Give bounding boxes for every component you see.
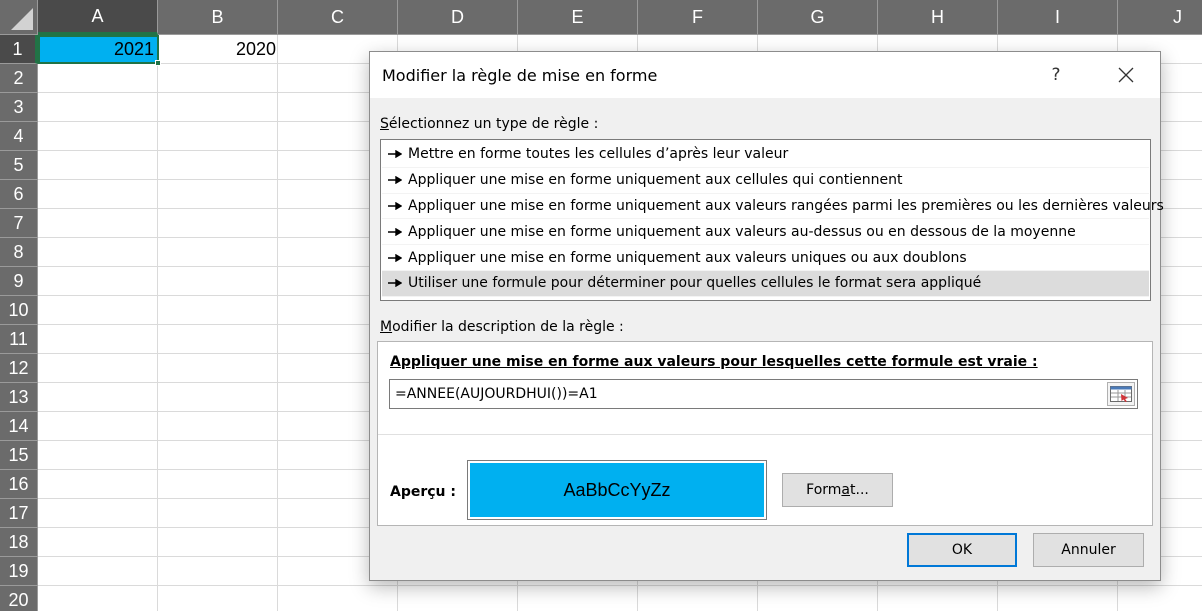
close-button[interactable] — [1108, 60, 1144, 90]
collapse-dialog-button[interactable] — [1107, 382, 1135, 406]
column-header-j[interactable]: J — [1118, 0, 1202, 35]
rule-type-item[interactable]: Appliquer une mise en forme uniquement a… — [382, 219, 1149, 246]
row-header-3[interactable]: 3 — [0, 93, 38, 122]
column-header-d[interactable]: D — [398, 0, 518, 35]
column-header-h[interactable]: H — [878, 0, 998, 35]
row-header-14[interactable]: 14 — [0, 412, 38, 441]
column-header-a[interactable]: A — [38, 0, 158, 35]
formula-input[interactable] — [390, 380, 1106, 408]
column-headers: A B C D E F G H I J — [38, 0, 1202, 35]
row-header-19[interactable]: 19 — [0, 557, 38, 586]
rule-type-item[interactable]: Appliquer une mise en forme uniquement a… — [382, 194, 1164, 220]
rule-type-label: Appliquer une mise en forme uniquement a… — [408, 197, 1164, 214]
select-rule-type-label: Sélectionnez un type de règle : — [380, 116, 598, 132]
preview-sample-text: AaBbCcYyZz — [470, 463, 764, 517]
edit-rule-description-accel: M — [380, 319, 393, 335]
arrow-right-icon — [388, 201, 402, 210]
row-header-15[interactable]: 15 — [0, 441, 38, 470]
rule-type-label: Mettre en forme toutes les cellules d’ap… — [408, 146, 789, 163]
formula-field — [389, 379, 1138, 409]
format-button[interactable]: Form a t... — [782, 473, 893, 507]
arrow-right-icon — [388, 150, 402, 159]
rule-description-panel: Appliquer une mise en forme aux valeurs … — [377, 341, 1153, 526]
rule-type-label: Utiliser une formule pour déterminer pou… — [408, 275, 982, 292]
row-header-8[interactable]: 8 — [0, 238, 38, 267]
dialog-titlebar[interactable]: Modifier la règle de mise en forme ? — [370, 52, 1160, 98]
row-header-2[interactable]: 2 — [0, 64, 38, 93]
dialog-title: Modifier la règle de mise en forme — [382, 66, 658, 85]
formula-heading: Appliquer une mise en forme aux valeurs … — [390, 354, 1038, 370]
range-selector-icon — [1110, 386, 1132, 402]
cancel-button[interactable]: Annuler — [1033, 533, 1144, 567]
row-header-7[interactable]: 7 — [0, 209, 38, 238]
row-headers: 1 2 3 4 5 6 7 8 9 10 11 12 13 14 15 16 1… — [0, 35, 38, 611]
divider — [378, 434, 1152, 435]
ok-button[interactable]: OK — [907, 533, 1017, 567]
select-rule-type-accel: S — [380, 116, 389, 132]
row-header-17[interactable]: 17 — [0, 499, 38, 528]
help-button[interactable]: ? — [1042, 60, 1070, 90]
row-header-16[interactable]: 16 — [0, 470, 38, 499]
row-header-11[interactable]: 11 — [0, 325, 38, 354]
select-all-triangle-icon — [11, 8, 33, 30]
cell-b1[interactable]: 2020 — [159, 35, 279, 64]
row-header-4[interactable]: 4 — [0, 122, 38, 151]
preview-label: Aperçu : — [390, 484, 456, 500]
format-button-accel: a — [841, 482, 851, 498]
edit-formatting-rule-dialog: Modifier la règle de mise en forme ? Sél… — [369, 51, 1164, 581]
row-header-12[interactable]: 12 — [0, 354, 38, 383]
close-icon — [1118, 67, 1134, 83]
arrow-right-icon — [388, 279, 402, 288]
arrow-right-icon — [388, 176, 402, 185]
rule-type-item[interactable]: Appliquer une mise en forme uniquement a… — [382, 168, 1149, 194]
edit-rule-description-label: Modifier la description de la règle : — [380, 319, 624, 335]
arrow-right-icon — [388, 227, 402, 236]
row-header-10[interactable]: 10 — [0, 296, 38, 325]
cell-a1[interactable]: 2021 — [38, 35, 159, 64]
edit-rule-description-text: odifier la description de la règle : — [392, 319, 624, 335]
rule-type-item-selected[interactable]: Utiliser une formule pour déterminer pou… — [382, 270, 1149, 297]
row-header-5[interactable]: 5 — [0, 151, 38, 180]
rule-type-label: Appliquer une mise en forme uniquement a… — [408, 249, 967, 266]
format-button-text-end: t... — [850, 482, 869, 498]
preview-box: AaBbCcYyZz — [467, 460, 767, 520]
column-header-e[interactable]: E — [518, 0, 638, 35]
format-button-text: Form — [806, 482, 842, 498]
rule-type-label: Appliquer une mise en forme uniquement a… — [408, 172, 903, 189]
arrow-right-icon — [388, 253, 402, 262]
row-header-1[interactable]: 1 — [0, 35, 38, 64]
rule-type-label: Appliquer une mise en forme uniquement a… — [408, 223, 1076, 240]
column-header-b[interactable]: B — [158, 0, 278, 35]
row-header-13[interactable]: 13 — [0, 383, 38, 412]
column-header-f[interactable]: F — [638, 0, 758, 35]
column-header-g[interactable]: G — [758, 0, 878, 35]
select-rule-type-text: électionnez un type de règle : — [388, 116, 599, 132]
rule-type-item[interactable]: Appliquer une mise en forme uniquement a… — [382, 245, 1149, 271]
row-header-20[interactable]: 20 — [0, 586, 38, 611]
formula-heading-text: ppliquer une mise en forme aux valeurs p… — [400, 354, 1038, 370]
column-header-i[interactable]: I — [998, 0, 1118, 35]
formula-heading-accel: A — [390, 354, 401, 370]
row-header-9[interactable]: 9 — [0, 267, 38, 296]
select-all-corner[interactable] — [0, 0, 38, 35]
column-header-c[interactable]: C — [278, 0, 398, 35]
row-header-6[interactable]: 6 — [0, 180, 38, 209]
row-header-18[interactable]: 18 — [0, 528, 38, 557]
rule-type-list[interactable]: Mettre en forme toutes les cellules d’ap… — [380, 139, 1164, 301]
rule-type-item[interactable]: Mettre en forme toutes les cellules d’ap… — [382, 142, 1149, 168]
